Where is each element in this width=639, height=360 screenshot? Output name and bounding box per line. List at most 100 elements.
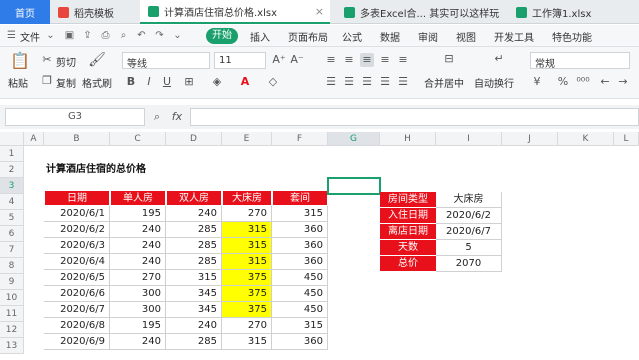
table-cell-double[interactable]: 315 — [166, 270, 222, 286]
menu-start[interactable]: 开始 — [206, 28, 238, 44]
table-cell-double[interactable]: 285 — [166, 254, 222, 270]
table-cell-king[interactable]: 315 — [222, 238, 272, 254]
column-header[interactable]: D — [166, 132, 222, 146]
justify-icon[interactable]: ☰ — [378, 75, 392, 89]
table-cell-date[interactable]: 2020/6/4 — [44, 254, 110, 270]
format-painter-button[interactable]: 格式刷 — [82, 75, 112, 90]
menu-formulas[interactable]: 公式 — [342, 29, 362, 44]
formula-input[interactable] — [190, 108, 639, 126]
copy-button[interactable]: 复制 — [56, 75, 76, 90]
table-cell-king[interactable]: 270 — [222, 206, 272, 222]
menu-view[interactable]: 视图 — [456, 29, 476, 44]
table-cell-single[interactable]: 270 — [110, 270, 166, 286]
column-header[interactable]: H — [380, 132, 436, 146]
align-top-icon[interactable]: ≡ — [324, 53, 338, 67]
column-header[interactable]: A — [24, 132, 44, 146]
menu-file[interactable]: 文件 — [20, 29, 40, 44]
number-format-select[interactable]: 常规 — [530, 52, 630, 70]
table-cell-date[interactable]: 2020/6/9 — [44, 334, 110, 350]
info-label-days[interactable]: 天数 — [380, 240, 436, 256]
table-header-king[interactable]: 大床房 — [222, 190, 272, 206]
fill-color-icon[interactable]: ◈ — [210, 75, 224, 89]
table-cell-date[interactable]: 2020/6/5 — [44, 270, 110, 286]
table-cell-suite[interactable]: 360 — [272, 334, 328, 350]
row-header[interactable]: 5 — [0, 210, 24, 226]
column-header[interactable]: C — [110, 132, 166, 146]
table-cell-suite[interactable]: 360 — [272, 238, 328, 254]
more-icon[interactable]: ⌄ — [172, 30, 183, 41]
font-color-icon[interactable]: A — [238, 75, 252, 89]
info-value-days[interactable]: 5 — [436, 240, 502, 256]
table-cell-single[interactable]: 300 — [110, 286, 166, 302]
column-header[interactable]: L — [614, 132, 639, 146]
wrap-text-button[interactable]: 自动换行 — [474, 75, 514, 90]
decrease-decimal-icon[interactable]: → — [616, 75, 630, 89]
table-cell-date[interactable]: 2020/6/3 — [44, 238, 110, 254]
menu-developer[interactable]: 开发工具 — [494, 29, 534, 44]
tab-multi-table[interactable]: 多表Excel合... 其实可以这样玩 — [336, 0, 508, 24]
table-cell-double[interactable]: 240 — [166, 318, 222, 334]
tab-workbook1[interactable]: 工作簿1.xlsx — [508, 0, 628, 24]
align-bottom-icon[interactable]: ≡ — [360, 53, 374, 67]
close-tab-icon[interactable]: × — [315, 5, 324, 18]
preview-icon[interactable]: ⌕ — [118, 30, 129, 41]
column-header[interactable]: I — [436, 132, 502, 146]
table-cell-king[interactable]: 375 — [222, 302, 272, 318]
info-label-checkout[interactable]: 离店日期 — [380, 224, 436, 240]
italic-icon[interactable]: I — [142, 75, 156, 89]
table-cell-double[interactable]: 240 — [166, 206, 222, 222]
table-cell-single[interactable]: 195 — [110, 206, 166, 222]
row-header[interactable]: 10 — [0, 290, 24, 306]
table-header-date[interactable]: 日期 — [44, 190, 110, 206]
table-cell-king[interactable]: 270 — [222, 318, 272, 334]
justify-center-icon[interactable]: ☰ — [342, 75, 356, 89]
info-value-room-type[interactable]: 大床房 — [436, 192, 502, 208]
row-header[interactable]: 4 — [0, 194, 24, 210]
table-cell-king[interactable]: 315 — [222, 222, 272, 238]
percent-icon[interactable]: % — [556, 75, 570, 89]
print-icon[interactable]: ⎙ — [100, 30, 111, 41]
font-size-select[interactable]: 11 — [214, 52, 266, 69]
table-cell-suite[interactable]: 450 — [272, 302, 328, 318]
info-value-checkin[interactable]: 2020/6/2 — [436, 208, 502, 224]
thousands-icon[interactable]: ⁰⁰⁰ — [576, 75, 590, 89]
merge-center-icon[interactable]: ⊟ — [440, 52, 458, 70]
clear-format-icon[interactable]: ◇ — [266, 75, 280, 89]
table-cell-king[interactable]: 315 — [222, 334, 272, 350]
selected-cell[interactable] — [327, 177, 381, 195]
info-value-total[interactable]: 2070 — [436, 256, 502, 272]
align-center-icon[interactable]: ≡ — [396, 53, 410, 67]
table-cell-suite[interactable]: 450 — [272, 270, 328, 286]
table-cell-single[interactable]: 240 — [110, 222, 166, 238]
borders-icon[interactable]: ⊞ — [182, 75, 196, 89]
font-name-select[interactable]: 等线 — [122, 52, 210, 70]
table-cell-single[interactable]: 300 — [110, 302, 166, 318]
table-cell-double[interactable]: 345 — [166, 302, 222, 318]
name-box[interactable]: G3 — [5, 108, 145, 126]
paste-button[interactable]: 粘贴 — [8, 75, 28, 90]
table-cell-double[interactable]: 285 — [166, 222, 222, 238]
row-header[interactable]: 11 — [0, 306, 24, 322]
row-header[interactable]: 2 — [0, 162, 24, 178]
table-cell-suite[interactable]: 360 — [272, 254, 328, 270]
column-header[interactable]: E — [222, 132, 272, 146]
table-cell-single[interactable]: 240 — [110, 238, 166, 254]
underline-icon[interactable]: U — [160, 75, 174, 89]
row-header[interactable]: 8 — [0, 258, 24, 274]
info-value-checkout[interactable]: 2020/6/7 — [436, 224, 502, 240]
row-header[interactable]: 1 — [0, 146, 24, 162]
table-cell-date[interactable]: 2020/6/1 — [44, 206, 110, 222]
table-cell-double[interactable]: 285 — [166, 238, 222, 254]
table-cell-single[interactable]: 240 — [110, 334, 166, 350]
table-cell-suite[interactable]: 450 — [272, 286, 328, 302]
info-label-total[interactable]: 总价 — [380, 256, 436, 272]
table-header-single[interactable]: 单人房 — [110, 190, 166, 206]
export-icon[interactable]: ⇪ — [82, 30, 93, 41]
tab-templates[interactable]: 稻壳模板 — [50, 0, 140, 24]
table-cell-suite[interactable]: 360 — [272, 222, 328, 238]
wrap-text-icon[interactable]: ↵ — [490, 52, 508, 70]
paste-icon[interactable]: 📋 — [10, 51, 30, 71]
save-icon[interactable]: ▣ — [64, 30, 75, 41]
table-cell-single[interactable]: 195 — [110, 318, 166, 334]
table-cell-date[interactable]: 2020/6/2 — [44, 222, 110, 238]
